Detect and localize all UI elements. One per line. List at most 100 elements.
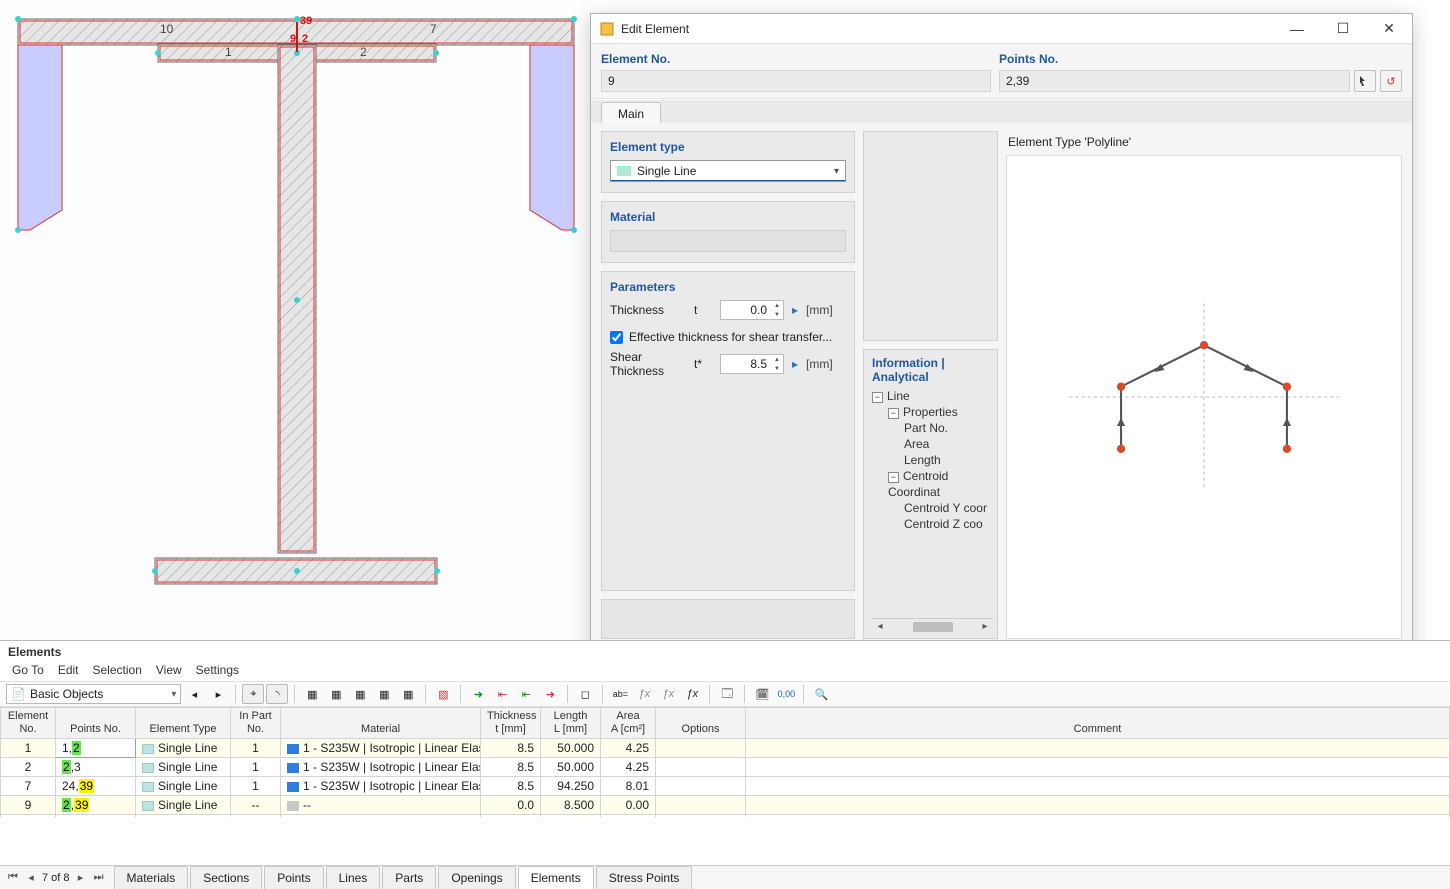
- tab-sections[interactable]: Sections: [190, 866, 262, 889]
- thickness-stepper-icon[interactable]: ▸: [790, 303, 800, 317]
- elements-table[interactable]: ElementNo. Points No. Element Type In Pa…: [0, 707, 1450, 817]
- tree-hscrollbar[interactable]: ◂▸: [872, 618, 993, 634]
- col-element-type[interactable]: Element Type: [136, 708, 231, 739]
- table-row[interactable]: 22,3Single Line11 - S235W | Isotropic | …: [1, 758, 1450, 777]
- element-type-swatch-icon: [617, 166, 631, 176]
- tab-stress-points[interactable]: Stress Points: [596, 866, 693, 889]
- chevron-down-icon: ▾: [171, 689, 176, 700]
- material-label: Material: [610, 210, 846, 224]
- table-row[interactable]: 724,39Single Line11 - S235W | Isotropic …: [1, 777, 1450, 796]
- tool-grid-a-icon[interactable]: ▦: [301, 684, 323, 704]
- elements-panel: Elements Go To Edit Selection View Setti…: [0, 640, 1450, 889]
- points-no-input[interactable]: 2,39: [999, 70, 1350, 92]
- tab-parts[interactable]: Parts: [382, 866, 436, 889]
- tool-table-icon[interactable]: 🗔: [716, 684, 738, 704]
- shear-stepper-icon[interactable]: ▸: [790, 357, 800, 371]
- tab-elements[interactable]: Elements: [518, 866, 594, 889]
- label-2: 2: [360, 45, 367, 59]
- tab-materials[interactable]: Materials: [114, 866, 189, 889]
- pager-last-icon[interactable]: ⏭: [92, 871, 106, 884]
- tool-fx1-icon[interactable]: ƒx: [633, 684, 655, 704]
- tool-grid-c-icon[interactable]: ▦: [349, 684, 371, 704]
- app-icon: [599, 21, 615, 37]
- tool-label-icon[interactable]: ab=: [609, 684, 631, 704]
- tab-lines[interactable]: Lines: [326, 866, 381, 889]
- preview-canvas[interactable]: [1006, 155, 1402, 639]
- tool-grid-b-icon[interactable]: ▦: [325, 684, 347, 704]
- label-1: 1: [225, 45, 232, 59]
- tool-fx3-icon[interactable]: ƒx: [681, 684, 703, 704]
- points-no-label: Points No.: [999, 52, 1402, 68]
- table-row[interactable]: 92,39Single Line----0.08.5000.00: [1, 796, 1450, 815]
- close-button[interactable]: ✕: [1366, 14, 1412, 44]
- effective-thickness-checkbox[interactable]: Effective thickness for shear transfer..…: [610, 330, 846, 344]
- col-length[interactable]: LengthL [mm]: [541, 708, 601, 739]
- section-canvas[interactable]: 10 7 1 2 39 9 2: [0, 0, 590, 640]
- material-combo[interactable]: [610, 230, 846, 252]
- tool-grid-d-icon[interactable]: ▦: [373, 684, 395, 704]
- thickness-label: Thickness: [610, 303, 688, 317]
- col-thickness[interactable]: Thicknesst [mm]: [481, 708, 541, 739]
- shear-thickness-label: Shear Thickness: [610, 350, 688, 378]
- element-type-value: Single Line: [637, 164, 696, 178]
- menu-edit[interactable]: Edit: [58, 663, 79, 677]
- tool-grid-e-icon[interactable]: ▦: [397, 684, 419, 704]
- menu-view[interactable]: View: [156, 663, 182, 677]
- element-type-combo[interactable]: Single Line ▾: [610, 160, 846, 182]
- pager-prev-icon[interactable]: ◂: [24, 871, 38, 884]
- tool-window-icon[interactable]: ◻: [574, 684, 596, 704]
- tool-lasso-icon[interactable]: ◝: [266, 684, 288, 704]
- shear-unit: [mm]: [806, 357, 833, 371]
- menu-settings[interactable]: Settings: [196, 663, 239, 677]
- label-node-2: 2: [302, 33, 308, 45]
- dialog-title: Edit Element: [621, 22, 1274, 36]
- tool-calendar-icon[interactable]: 🗓: [751, 684, 773, 704]
- pager-first-icon[interactable]: ⏮: [6, 871, 20, 884]
- tool-decimals-icon[interactable]: 0,00: [775, 684, 797, 704]
- col-options[interactable]: Options: [656, 708, 746, 739]
- menu-selection[interactable]: Selection: [93, 663, 142, 677]
- tool-export-icon[interactable]: ➜: [467, 684, 489, 704]
- minimize-button[interactable]: —: [1274, 14, 1320, 44]
- shear-symbol: t*: [694, 357, 714, 371]
- tab-points[interactable]: Points: [264, 866, 323, 889]
- col-points-no[interactable]: Points No.: [56, 708, 136, 739]
- col-area[interactable]: AreaA [cm²]: [601, 708, 656, 739]
- table-row[interactable]: 1039,25Single Line11 - S235W | Isotropic…: [1, 815, 1450, 818]
- tool-select-icon[interactable]: ⌖: [242, 684, 264, 704]
- tool-search-icon[interactable]: 🔍: [810, 684, 832, 704]
- panel-title: Elements: [0, 641, 1450, 661]
- label-7: 7: [430, 22, 437, 36]
- col-element-no[interactable]: ElementNo.: [1, 708, 56, 739]
- tool-arrow-icon[interactable]: ➜: [539, 684, 561, 704]
- tab-main[interactable]: Main: [601, 102, 661, 123]
- element-no-input[interactable]: 9: [601, 70, 991, 92]
- clear-points-icon[interactable]: ↺: [1380, 70, 1402, 92]
- col-in-part[interactable]: In PartNo.: [231, 708, 281, 739]
- label-elem-9: 9: [290, 33, 296, 45]
- pager-next-icon[interactable]: ▸: [74, 871, 88, 884]
- tool-delete-icon[interactable]: ▧: [432, 684, 454, 704]
- object-selector-icon: 📄: [11, 687, 26, 701]
- tool-fx2-icon[interactable]: ƒx: [657, 684, 679, 704]
- tool-import-red-icon[interactable]: ⇤: [491, 684, 513, 704]
- info-tree[interactable]: −Line −Properties Part No. Area Length −…: [872, 388, 993, 614]
- thickness-symbol: t: [694, 303, 714, 317]
- element-no-label: Element No.: [601, 52, 991, 68]
- table-row[interactable]: 11,2Single Line11 - S235W | Isotropic | …: [1, 739, 1450, 758]
- object-selector[interactable]: 📄 Basic Objects ▾: [6, 684, 181, 704]
- shear-thickness-input[interactable]: 8.5 ▲▼: [720, 354, 784, 374]
- tool-import-green-icon[interactable]: ⇤: [515, 684, 537, 704]
- pick-points-icon[interactable]: [1354, 70, 1376, 92]
- thickness-input[interactable]: 0.0 ▲▼: [720, 300, 784, 320]
- next-icon[interactable]: ▸: [207, 684, 229, 704]
- element-type-label: Element type: [610, 140, 846, 154]
- prev-icon[interactable]: ◂: [183, 684, 205, 704]
- maximize-button[interactable]: ☐: [1320, 14, 1366, 44]
- col-comment[interactable]: Comment: [746, 708, 1450, 739]
- tab-openings[interactable]: Openings: [438, 866, 515, 889]
- menu-goto[interactable]: Go To: [12, 663, 44, 677]
- label-node-39: 39: [300, 15, 312, 27]
- col-material[interactable]: Material: [281, 708, 481, 739]
- table-pager[interactable]: ⏮ ◂ 7 of 8 ▸ ⏭: [6, 871, 114, 884]
